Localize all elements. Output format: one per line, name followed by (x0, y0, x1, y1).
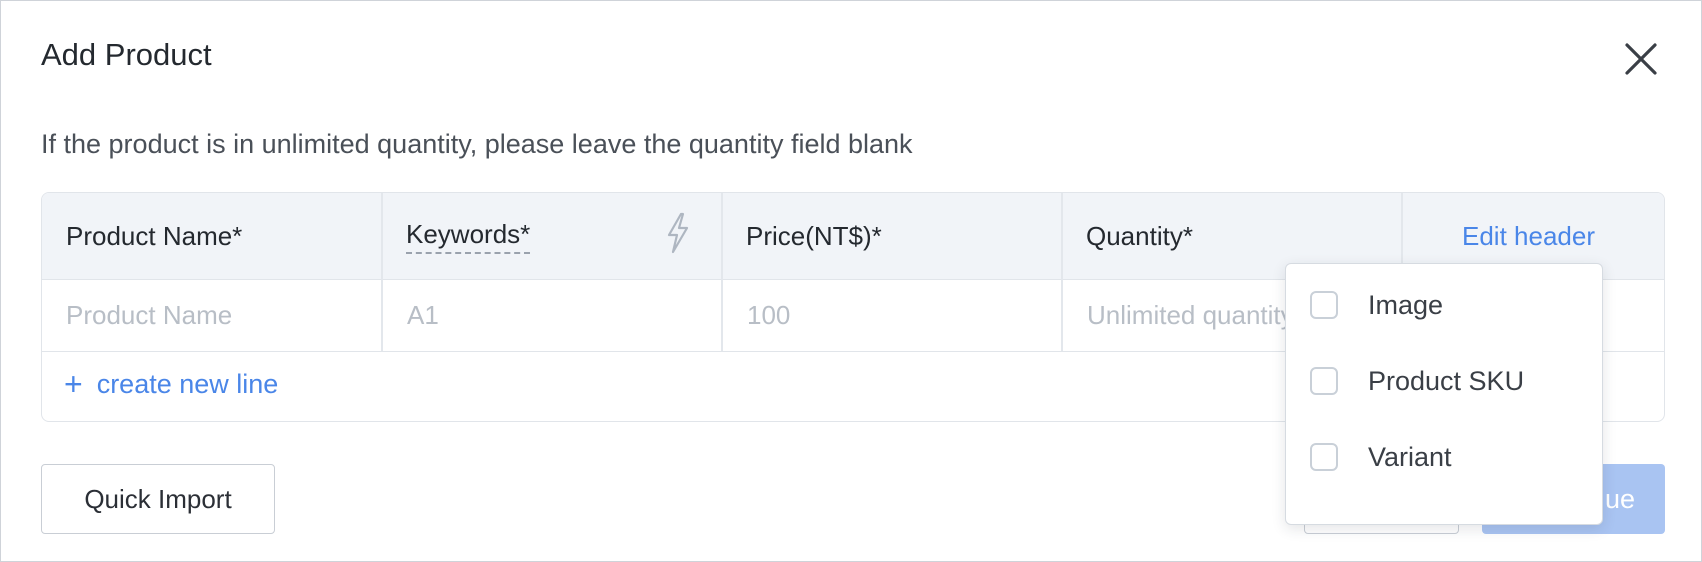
keywords-input[interactable] (383, 279, 721, 351)
plus-icon: + (64, 366, 83, 402)
column-header-keywords: Keywords* (406, 193, 531, 279)
keywords-header-label: Keywords* (406, 219, 531, 254)
edit-header-dropdown: Image Product SKU Variant (1285, 263, 1603, 525)
header-option-label: Variant (1368, 441, 1452, 472)
checkbox[interactable] (1310, 367, 1338, 395)
column-header-product-name: Product Name* (66, 220, 243, 251)
header-option-label: Product SKU (1368, 365, 1525, 396)
checkbox[interactable] (1310, 443, 1338, 471)
product-name-input[interactable] (42, 279, 381, 351)
header-option-image[interactable]: Image (1310, 285, 1443, 325)
header-option-product-sku[interactable]: Product SKU (1310, 361, 1524, 401)
header-option-label: Image (1368, 289, 1444, 320)
close-icon[interactable] (1620, 38, 1662, 80)
lightning-icon[interactable] (662, 211, 694, 255)
checkbox[interactable] (1310, 291, 1338, 319)
column-header-price: Price(NT$)* (746, 220, 882, 251)
add-product-dialog: Add Product If the product is in unlimit… (0, 0, 1702, 562)
quick-import-button[interactable]: Quick Import (41, 464, 275, 534)
create-new-line-label: create new line (96, 368, 279, 399)
price-input[interactable] (723, 279, 1061, 351)
unlimited-quantity-hint: If the product is in unlimited quantity,… (41, 129, 913, 159)
header-option-variant[interactable]: Variant (1310, 437, 1452, 477)
dialog-title: Add Product (41, 37, 212, 72)
column-header-quantity: Quantity* (1086, 220, 1193, 251)
create-new-line-button[interactable]: + create new line (64, 361, 278, 407)
